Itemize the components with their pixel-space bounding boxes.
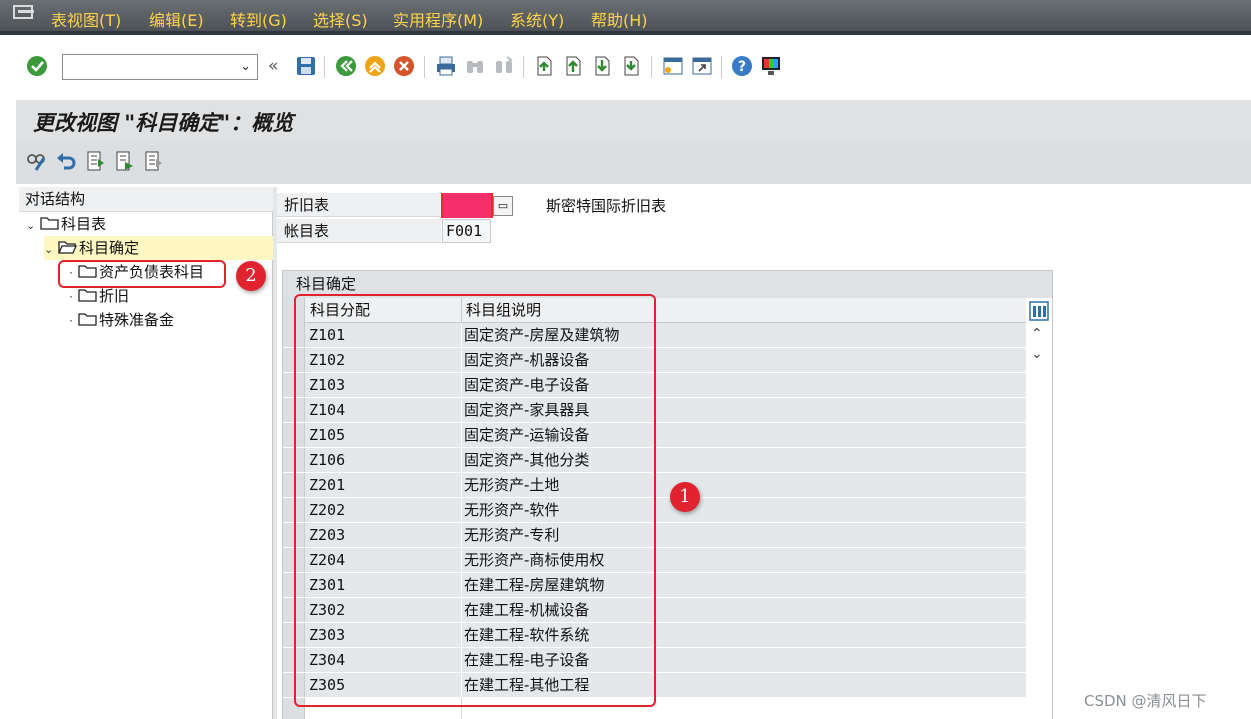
find-next-icon[interactable] [493, 55, 515, 77]
depreciation-key-description: 斯密特国际折旧表 [546, 197, 667, 215]
tree-node-special-reserves[interactable]: · 特殊准备金 [64, 308, 174, 332]
double-chevron-left-icon[interactable]: « [268, 56, 278, 76]
depreciation-key-label: 折旧表 [277, 193, 441, 217]
first-page-icon[interactable] [533, 55, 555, 77]
deselect-all-icon[interactable] [143, 150, 165, 172]
tree-node-label: 特殊准备金 [99, 311, 175, 329]
folder-icon [78, 289, 97, 302]
command-field[interactable]: ⌄ [62, 54, 258, 80]
menu-select[interactable]: 选择(S) [313, 7, 368, 31]
dialog-structure-header: 对话结构 [19, 187, 273, 212]
chevron-down-icon[interactable]: ⌄ [44, 238, 58, 262]
toolbar-separator [324, 56, 325, 78]
annotation-box-1 [294, 294, 656, 707]
scroll-down-icon[interactable]: ⌄ [1031, 346, 1043, 362]
bullet-icon: · [69, 290, 73, 304]
application-toolbar [16, 140, 1251, 184]
toolbar-separator [721, 56, 722, 78]
next-page-icon[interactable] [591, 55, 613, 77]
menu-bar: 表视图(T) 编辑(E) 转到(G) 选择(S) 实用程序(M) 系统(Y) 帮… [0, 0, 1251, 35]
menu-help[interactable]: 帮助(H) [591, 7, 648, 31]
toolbar-separator [424, 56, 425, 78]
system-menu-icon[interactable] [13, 4, 35, 20]
save-icon[interactable] [295, 55, 317, 77]
tree-node-chart-of-accounts[interactable]: ⌄ 科目表 [26, 212, 106, 236]
print-icon[interactable] [435, 55, 457, 77]
table-settings-icon[interactable] [1029, 301, 1049, 321]
chart-of-accounts-field[interactable]: F001 [442, 219, 491, 243]
page-title: 更改视图 "科目确定"：概览 [33, 110, 294, 135]
svg-text:?: ? [738, 59, 746, 75]
chevron-down-icon[interactable]: ⌄ [240, 59, 251, 74]
folder-icon [78, 313, 97, 326]
tree-node-label: 折旧 [99, 287, 130, 305]
tree-node-account-determination[interactable]: ⌄ 科目确定 [44, 236, 273, 260]
folder-icon [40, 217, 59, 230]
help-icon[interactable]: ? [731, 55, 753, 77]
menu-edit[interactable]: 编辑(E) [149, 7, 204, 31]
shortcut-icon[interactable] [691, 55, 713, 77]
depreciation-key-field-redacted[interactable] [441, 193, 493, 218]
watermark: CSDN @清风日下 [1084, 692, 1207, 710]
select-block-icon[interactable] [114, 150, 136, 172]
annotation-box-2 [58, 260, 226, 288]
chart-of-accounts-label: 帐目表 [277, 219, 441, 243]
table-title: 科目确定 [296, 275, 357, 293]
menu-goto[interactable]: 转到(G) [230, 7, 287, 31]
title-bar: 更改视图 "科目确定"：概览 [16, 100, 1251, 140]
display-change-icon[interactable] [26, 150, 48, 172]
value-help-icon[interactable]: ▭ [493, 196, 513, 216]
back-icon[interactable] [335, 55, 357, 77]
new-session-icon[interactable] [662, 55, 684, 77]
last-page-icon[interactable] [620, 55, 642, 77]
customize-layout-icon[interactable] [760, 55, 782, 77]
toolbar-separator [651, 56, 652, 78]
tree-node-label: 科目确定 [79, 239, 140, 257]
tree-node-label: 科目表 [61, 215, 107, 233]
chevron-down-icon[interactable]: ⌄ [26, 214, 40, 238]
scroll-up-icon[interactable]: ⌃ [1031, 326, 1043, 342]
enter-icon[interactable] [26, 55, 48, 77]
menu-system[interactable]: 系统(Y) [510, 7, 564, 31]
prev-page-icon[interactable] [562, 55, 584, 77]
toolbar-separator [523, 56, 524, 78]
menu-utilities[interactable]: 实用程序(M) [393, 7, 483, 31]
select-all-icon[interactable] [85, 150, 107, 172]
folder-open-icon [58, 241, 77, 254]
menu-table-view[interactable]: 表视图(T) [51, 7, 121, 31]
undo-icon[interactable] [55, 150, 77, 172]
annotation-badge-2: 2 [236, 261, 266, 291]
exit-icon[interactable] [364, 55, 386, 77]
bullet-icon: · [69, 314, 73, 328]
find-icon[interactable] [464, 55, 486, 77]
cancel-icon[interactable] [393, 55, 415, 77]
annotation-badge-1: 1 [670, 482, 700, 512]
